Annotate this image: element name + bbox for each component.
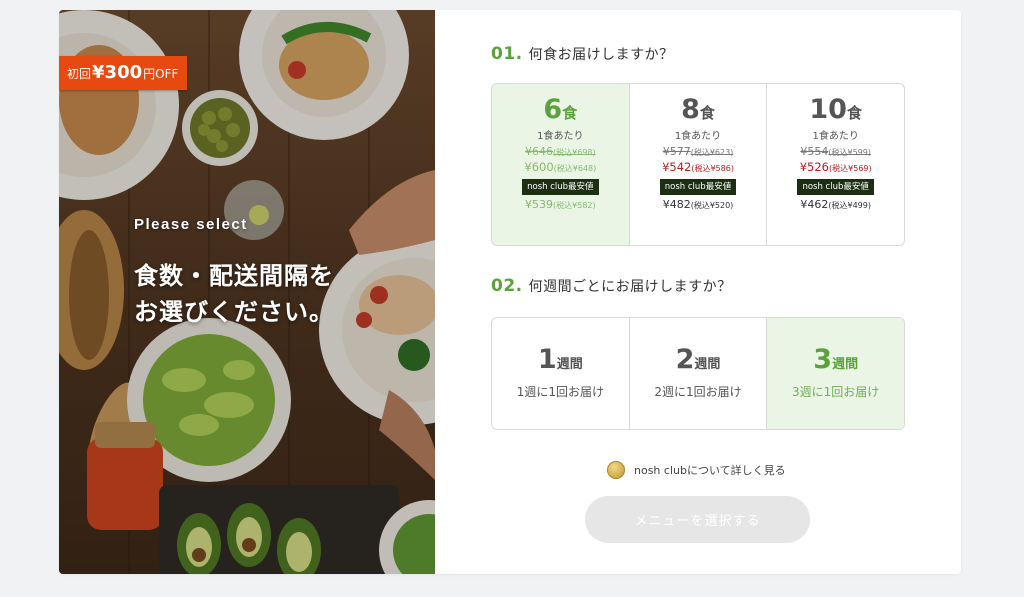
week-count-unit: 週間 <box>694 357 721 372</box>
badge-prefix: 初回 <box>67 67 92 81</box>
week-count-number: 1 <box>537 344 557 375</box>
week-option-3[interactable]: 3週間 3週に1回お届け <box>766 318 904 429</box>
meal-options: 6食 1食あたり ¥646(税込¥698) ¥600(税込¥648) nosh … <box>491 83 905 246</box>
regular-price-tax: (税込¥623) <box>690 148 734 157</box>
discount-badge: 初回 ¥300 円OFF <box>59 56 188 96</box>
meal-count-unit: 食 <box>846 104 862 122</box>
discount-price-value: ¥526 <box>799 160 830 174</box>
week-count: 3週間 <box>767 344 904 375</box>
discount-price-tax: (税込¥586) <box>691 164 734 173</box>
week-option-1[interactable]: 1週間 1週に1回お届け <box>492 318 629 429</box>
club-price: ¥462(税込¥499) <box>767 198 904 211</box>
discount-price-tax: (税込¥569) <box>829 164 872 173</box>
club-price-value: ¥462 <box>800 198 829 211</box>
club-price: ¥539(税込¥582) <box>492 198 629 211</box>
nosh-club-link-text: nosh clubについて詳しく見る <box>634 464 786 477</box>
discount-price: ¥600(税込¥648) <box>492 160 629 174</box>
meal-count: 10食 <box>767 94 904 125</box>
week-option-2[interactable]: 2週間 2週に1回お届け <box>628 318 767 429</box>
coin-icon <box>607 461 625 479</box>
meal-count: 6食 <box>492 94 629 125</box>
meal-count-unit: 食 <box>699 104 715 122</box>
club-lowest-tag: nosh club最安値 <box>659 179 737 195</box>
headline-line-1: 食数・配送間隔を <box>134 262 334 290</box>
regular-price-tax: (税込¥599) <box>828 148 871 157</box>
week-frequency-label: 2週に1回お届け <box>654 385 742 399</box>
discount-price: ¥526(税込¥569) <box>767 160 904 174</box>
club-price-tax: (税込¥582) <box>553 201 596 210</box>
badge-amount: ¥300 <box>92 62 143 83</box>
meal-question-text: 何食お届けしますか？ <box>528 47 674 63</box>
per-meal-label: 1食あたり <box>674 131 722 142</box>
club-lowest-tag: nosh club最安値 <box>522 179 599 195</box>
per-meal-label: 1食あたり <box>537 131 584 142</box>
week-count-number: 3 <box>813 344 833 375</box>
week-frequency-label: 1週に1回お届け <box>516 385 604 399</box>
discount-price-tax: (税込¥648) <box>553 164 597 173</box>
meal-question-number: 01. <box>491 44 523 64</box>
hero-eyebrow: Please select <box>134 216 248 233</box>
meal-question-title: 01. 何食お届けしますか？ <box>491 44 674 64</box>
meal-count-number: 6 <box>543 94 563 125</box>
week-question-title: 02. 何週間ごとにお届けしますか？ <box>491 276 732 296</box>
club-price-value: ¥539 <box>525 198 554 211</box>
meal-count-unit: 食 <box>562 104 578 122</box>
meal-option-6[interactable]: 6食 1食あたり ¥646(税込¥698) ¥600(税込¥648) nosh … <box>492 84 629 245</box>
week-count-unit: 週間 <box>556 357 583 372</box>
discount-price-value: ¥600 <box>524 160 554 174</box>
meal-option-8[interactable]: 8食 1食あたり ¥577(税込¥623) ¥542(税込¥586) nosh … <box>628 84 767 245</box>
meal-option-10[interactable]: 10食 1食あたり ¥554(税込¥599) ¥526(税込¥569) nosh… <box>766 84 904 245</box>
regular-price-value: ¥646 <box>525 145 554 158</box>
week-count-number: 2 <box>675 344 695 375</box>
club-price-value: ¥482 <box>662 198 691 211</box>
discount-price: ¥542(税込¥586) <box>630 160 767 174</box>
club-price-tax: (税込¥520) <box>690 201 734 210</box>
week-question-number: 02. <box>491 276 523 296</box>
regular-price: ¥646(税込¥698) <box>492 145 629 158</box>
week-count-unit: 週間 <box>832 357 859 372</box>
meal-count: 8食 <box>630 94 767 125</box>
regular-price: ¥554(税込¥599) <box>767 145 904 158</box>
club-lowest-tag: nosh club最安値 <box>797 179 874 195</box>
headline-line-2: お選びください。 <box>134 298 334 326</box>
week-options: 1週間 1週に1回お届け 2週間 2週に1回お届け 3週間 3週に1回お届け <box>491 317 905 430</box>
meal-count-number: 10 <box>809 94 847 125</box>
nosh-club-link[interactable]: nosh clubについて詳しく見る <box>607 461 786 479</box>
club-price-tax: (税込¥499) <box>828 201 871 210</box>
regular-price-value: ¥554 <box>800 145 829 158</box>
week-count: 2週間 <box>630 344 767 375</box>
regular-price-value: ¥577 <box>662 145 691 158</box>
week-count: 1週間 <box>492 344 629 375</box>
per-meal-label: 1食あたり <box>812 131 859 142</box>
discount-price-value: ¥542 <box>662 160 692 174</box>
select-menu-button[interactable]: メニューを選択する <box>585 496 810 543</box>
selection-card: 初回 ¥300 円OFF Please select 食数・配送間隔を お選びく… <box>59 10 961 574</box>
regular-price-tax: (税込¥698) <box>553 148 596 157</box>
hero-image: 初回 ¥300 円OFF Please select 食数・配送間隔を お選びく… <box>59 10 435 574</box>
week-question-text: 何週間ごとにお届けしますか？ <box>528 279 732 295</box>
hero-headline: 食数・配送間隔を お選びください。 <box>134 258 424 330</box>
badge-suffix: 円OFF <box>143 67 179 81</box>
week-frequency-label: 3週に1回お届け <box>792 385 880 399</box>
meal-count-number: 8 <box>681 94 700 125</box>
club-price: ¥482(税込¥520) <box>630 198 767 211</box>
regular-price: ¥577(税込¥623) <box>630 145 767 158</box>
